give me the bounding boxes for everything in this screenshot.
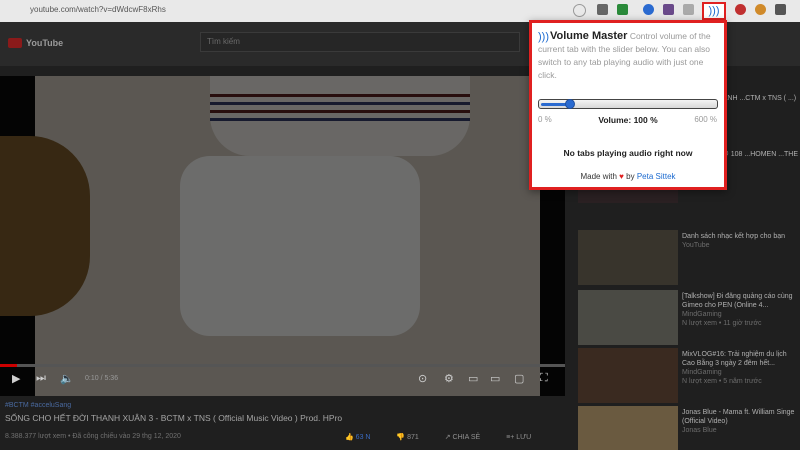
popup-title: Volume Master xyxy=(550,30,628,42)
extension-icon[interactable] xyxy=(663,4,674,15)
sidebar-video-stats: N lượt xem • 5 năm trước xyxy=(682,378,762,385)
miniplayer-icon[interactable]: ▭ xyxy=(468,372,478,385)
sidebar-video-stats: N lượt xem • 11 giờ trước xyxy=(682,320,762,327)
like-count: 63 N xyxy=(355,434,371,441)
video-thumbnail xyxy=(578,230,678,285)
extension-icon[interactable] xyxy=(755,4,766,15)
video-player[interactable] xyxy=(0,76,565,396)
search-placeholder: Tìm kiếm xyxy=(207,37,240,46)
extension-icon[interactable] xyxy=(617,4,628,15)
video-thumbnail xyxy=(578,406,678,450)
video-progress-bar[interactable] xyxy=(0,364,565,367)
address-bar[interactable]: youtube.com/watch?v=dWdcwF8xRhs xyxy=(30,5,166,14)
video-timecode: 0:10 / 5:36 xyxy=(85,375,119,382)
video-title: SỐNG CHO HẾT ĐỜI THANH XUÂN 3 - BCTM x T… xyxy=(5,413,343,423)
volume-icon[interactable]: 🔈 xyxy=(60,372,74,385)
save-label: LƯU xyxy=(516,434,532,441)
extension-icon[interactable] xyxy=(597,4,608,15)
video-controls: ▶ ⏭ 🔈 0:10 / 5:36 ⊙ ⚙ ▭ ▭ ▢ ⛶ xyxy=(0,369,565,391)
sidebar-video-title: [Talkshow] Đi đăng quảng cáo cùng Gimeo … xyxy=(682,293,793,309)
overlay-dim xyxy=(0,76,565,396)
footer-made-with: Made with xyxy=(580,172,617,181)
extension-icon[interactable] xyxy=(735,4,746,15)
youtube-logo-icon[interactable] xyxy=(8,38,22,48)
sidebar-video-item[interactable]: Danh sách nhạc kết hợp cho bạn YouTube xyxy=(578,230,800,285)
fullscreen-icon[interactable]: ⛶ xyxy=(540,372,548,385)
dislike-count: 871 xyxy=(407,434,419,441)
footer-by: by xyxy=(626,172,635,181)
sidebar-video-channel: YouTube xyxy=(682,242,710,249)
sidebar-video-channel: MindGaming xyxy=(682,369,722,376)
sidebar-video-title: Danh sách nhạc kết hợp cho bạn xyxy=(682,233,786,240)
volume-slider[interactable] xyxy=(538,99,718,109)
autoplay-toggle-icon[interactable]: ⊙ xyxy=(418,372,427,385)
dislike-button[interactable]: 👎 871 xyxy=(396,434,430,441)
play-icon[interactable]: ▶ xyxy=(12,372,20,385)
browser-toolbar: youtube.com/watch?v=dWdcwF8xRhs ))) xyxy=(0,0,800,22)
video-actions: 👍 63 N 👎 871 ↗ CHIA SẺ ≡+ LƯU xyxy=(345,433,555,441)
popup-footer: Made with ♥ by Peta Sittek xyxy=(532,172,724,181)
share-label: CHIA SẺ xyxy=(452,434,481,441)
popup-header: Volume Master Control volume of the curr… xyxy=(538,30,718,82)
sidebar-video-item[interactable]: MixVLOG#16: Trải nghiệm du lịch Cao Bằng… xyxy=(578,348,800,403)
video-hashtags[interactable]: #BCTM #acceluSang xyxy=(5,402,71,409)
sidebar-video-item[interactable]: Jonas Blue - Mama ft. William Singe (Off… xyxy=(578,406,800,450)
youtube-logo-text[interactable]: YouTube xyxy=(26,38,63,48)
volume-master-extension-button[interactable]: ))) xyxy=(702,2,726,20)
slider-max-label: 600 % xyxy=(694,115,717,124)
share-button[interactable]: ↗ CHIA SẺ xyxy=(445,434,492,441)
volume-master-popup: ))) Volume Master Control volume of the … xyxy=(529,20,727,190)
no-tabs-message: No tabs playing audio right now xyxy=(563,148,693,158)
extension-icon[interactable] xyxy=(683,4,694,15)
author-link[interactable]: Peta Sittek xyxy=(637,172,676,181)
volume-waves-icon: ))) xyxy=(708,5,720,17)
next-icon[interactable]: ⏭ xyxy=(36,372,46,385)
like-button[interactable]: 👍 63 N xyxy=(345,434,382,441)
cast-icon[interactable]: ▢ xyxy=(514,372,524,385)
heart-icon: ♥ xyxy=(619,172,624,181)
sidebar-video-item[interactable]: [Talkshow] Đi đăng quảng cáo cùng Gimeo … xyxy=(578,290,800,345)
theater-mode-icon[interactable]: ▭ xyxy=(490,372,500,385)
video-progress-fill xyxy=(0,364,17,367)
search-input[interactable]: Tìm kiếm xyxy=(200,32,520,52)
video-thumbnail xyxy=(578,290,678,345)
sidebar-video-channel: MindGaming xyxy=(682,311,722,318)
extension-icon[interactable] xyxy=(643,4,654,15)
save-button[interactable]: ≡+ LƯU xyxy=(506,434,543,441)
settings-gear-icon[interactable]: ⚙ xyxy=(444,372,454,385)
sidebar-video-channel: Jonas Blue xyxy=(682,427,717,434)
sidebar-video-title: Jonas Blue - Mama ft. William Singe (Off… xyxy=(682,409,795,425)
extensions-puzzle-icon[interactable] xyxy=(775,4,786,15)
video-meta: 8.388.377 lượt xem • Đã công chiếu vào 2… xyxy=(5,433,181,440)
bookmark-star-icon[interactable] xyxy=(573,4,586,17)
volume-slider-thumb[interactable] xyxy=(565,99,575,109)
sidebar-video-title: MixVLOG#16: Trải nghiệm du lịch Cao Bằng… xyxy=(682,351,787,367)
video-thumbnail xyxy=(578,348,678,403)
